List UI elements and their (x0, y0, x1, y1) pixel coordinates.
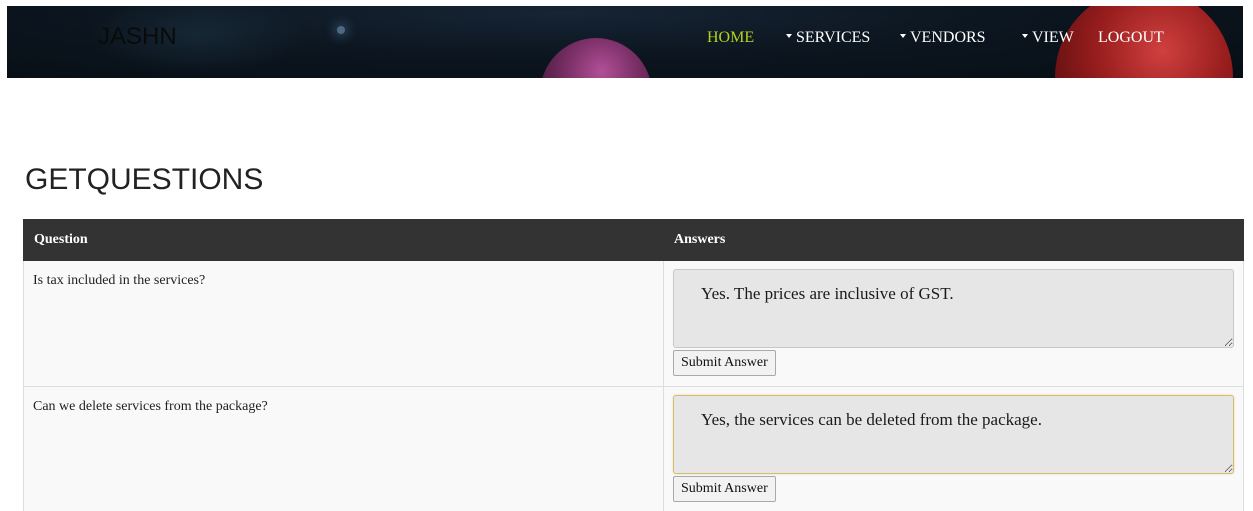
nav-services[interactable]: SERVICES (786, 28, 870, 48)
page-title: GETQUESTIONS (25, 163, 264, 196)
nav-logout-label: LOGOUT (1098, 29, 1164, 46)
nav-view[interactable]: VIEW (1022, 28, 1074, 48)
caret-down-icon (1022, 34, 1028, 39)
nav-home-label: HOME (707, 29, 755, 46)
answer-cell: Submit Answer (663, 386, 1244, 511)
answer-textarea[interactable] (673, 395, 1234, 474)
header-banner: JASHN HOME SERVICES VENDORS VIEW LOGOUT (7, 6, 1243, 78)
column-header-question: Question (23, 219, 664, 261)
column-header-answers: Answers (663, 219, 1244, 261)
answer-textarea[interactable] (673, 269, 1234, 348)
caret-down-icon (900, 34, 906, 39)
table-row: Can we delete services from the package?… (23, 386, 1244, 511)
caret-down-icon (786, 34, 792, 39)
nav-home[interactable]: HOME (707, 28, 754, 48)
questions-table: Question Answers Is tax included in the … (23, 219, 1244, 511)
submit-answer-button[interactable]: Submit Answer (673, 476, 776, 502)
table-header-row: Question Answers (23, 219, 1244, 261)
nav-vendors-label: VENDORS (910, 29, 986, 46)
page: JASHN HOME SERVICES VENDORS VIEW LOGOUT … (0, 0, 1253, 511)
nav-view-label: VIEW (1032, 29, 1074, 46)
main-nav: HOME SERVICES VENDORS VIEW LOGOUT (7, 6, 1243, 78)
table-row: Is tax included in the services? Submit … (23, 260, 1244, 387)
submit-answer-button[interactable]: Submit Answer (673, 350, 776, 376)
nav-logout[interactable]: LOGOUT (1098, 28, 1164, 48)
question-cell: Is tax included in the services? (23, 260, 664, 387)
question-cell: Can we delete services from the package? (23, 386, 664, 511)
nav-vendors[interactable]: VENDORS (900, 28, 986, 48)
answer-cell: Submit Answer (663, 260, 1244, 387)
nav-services-label: SERVICES (796, 29, 871, 46)
